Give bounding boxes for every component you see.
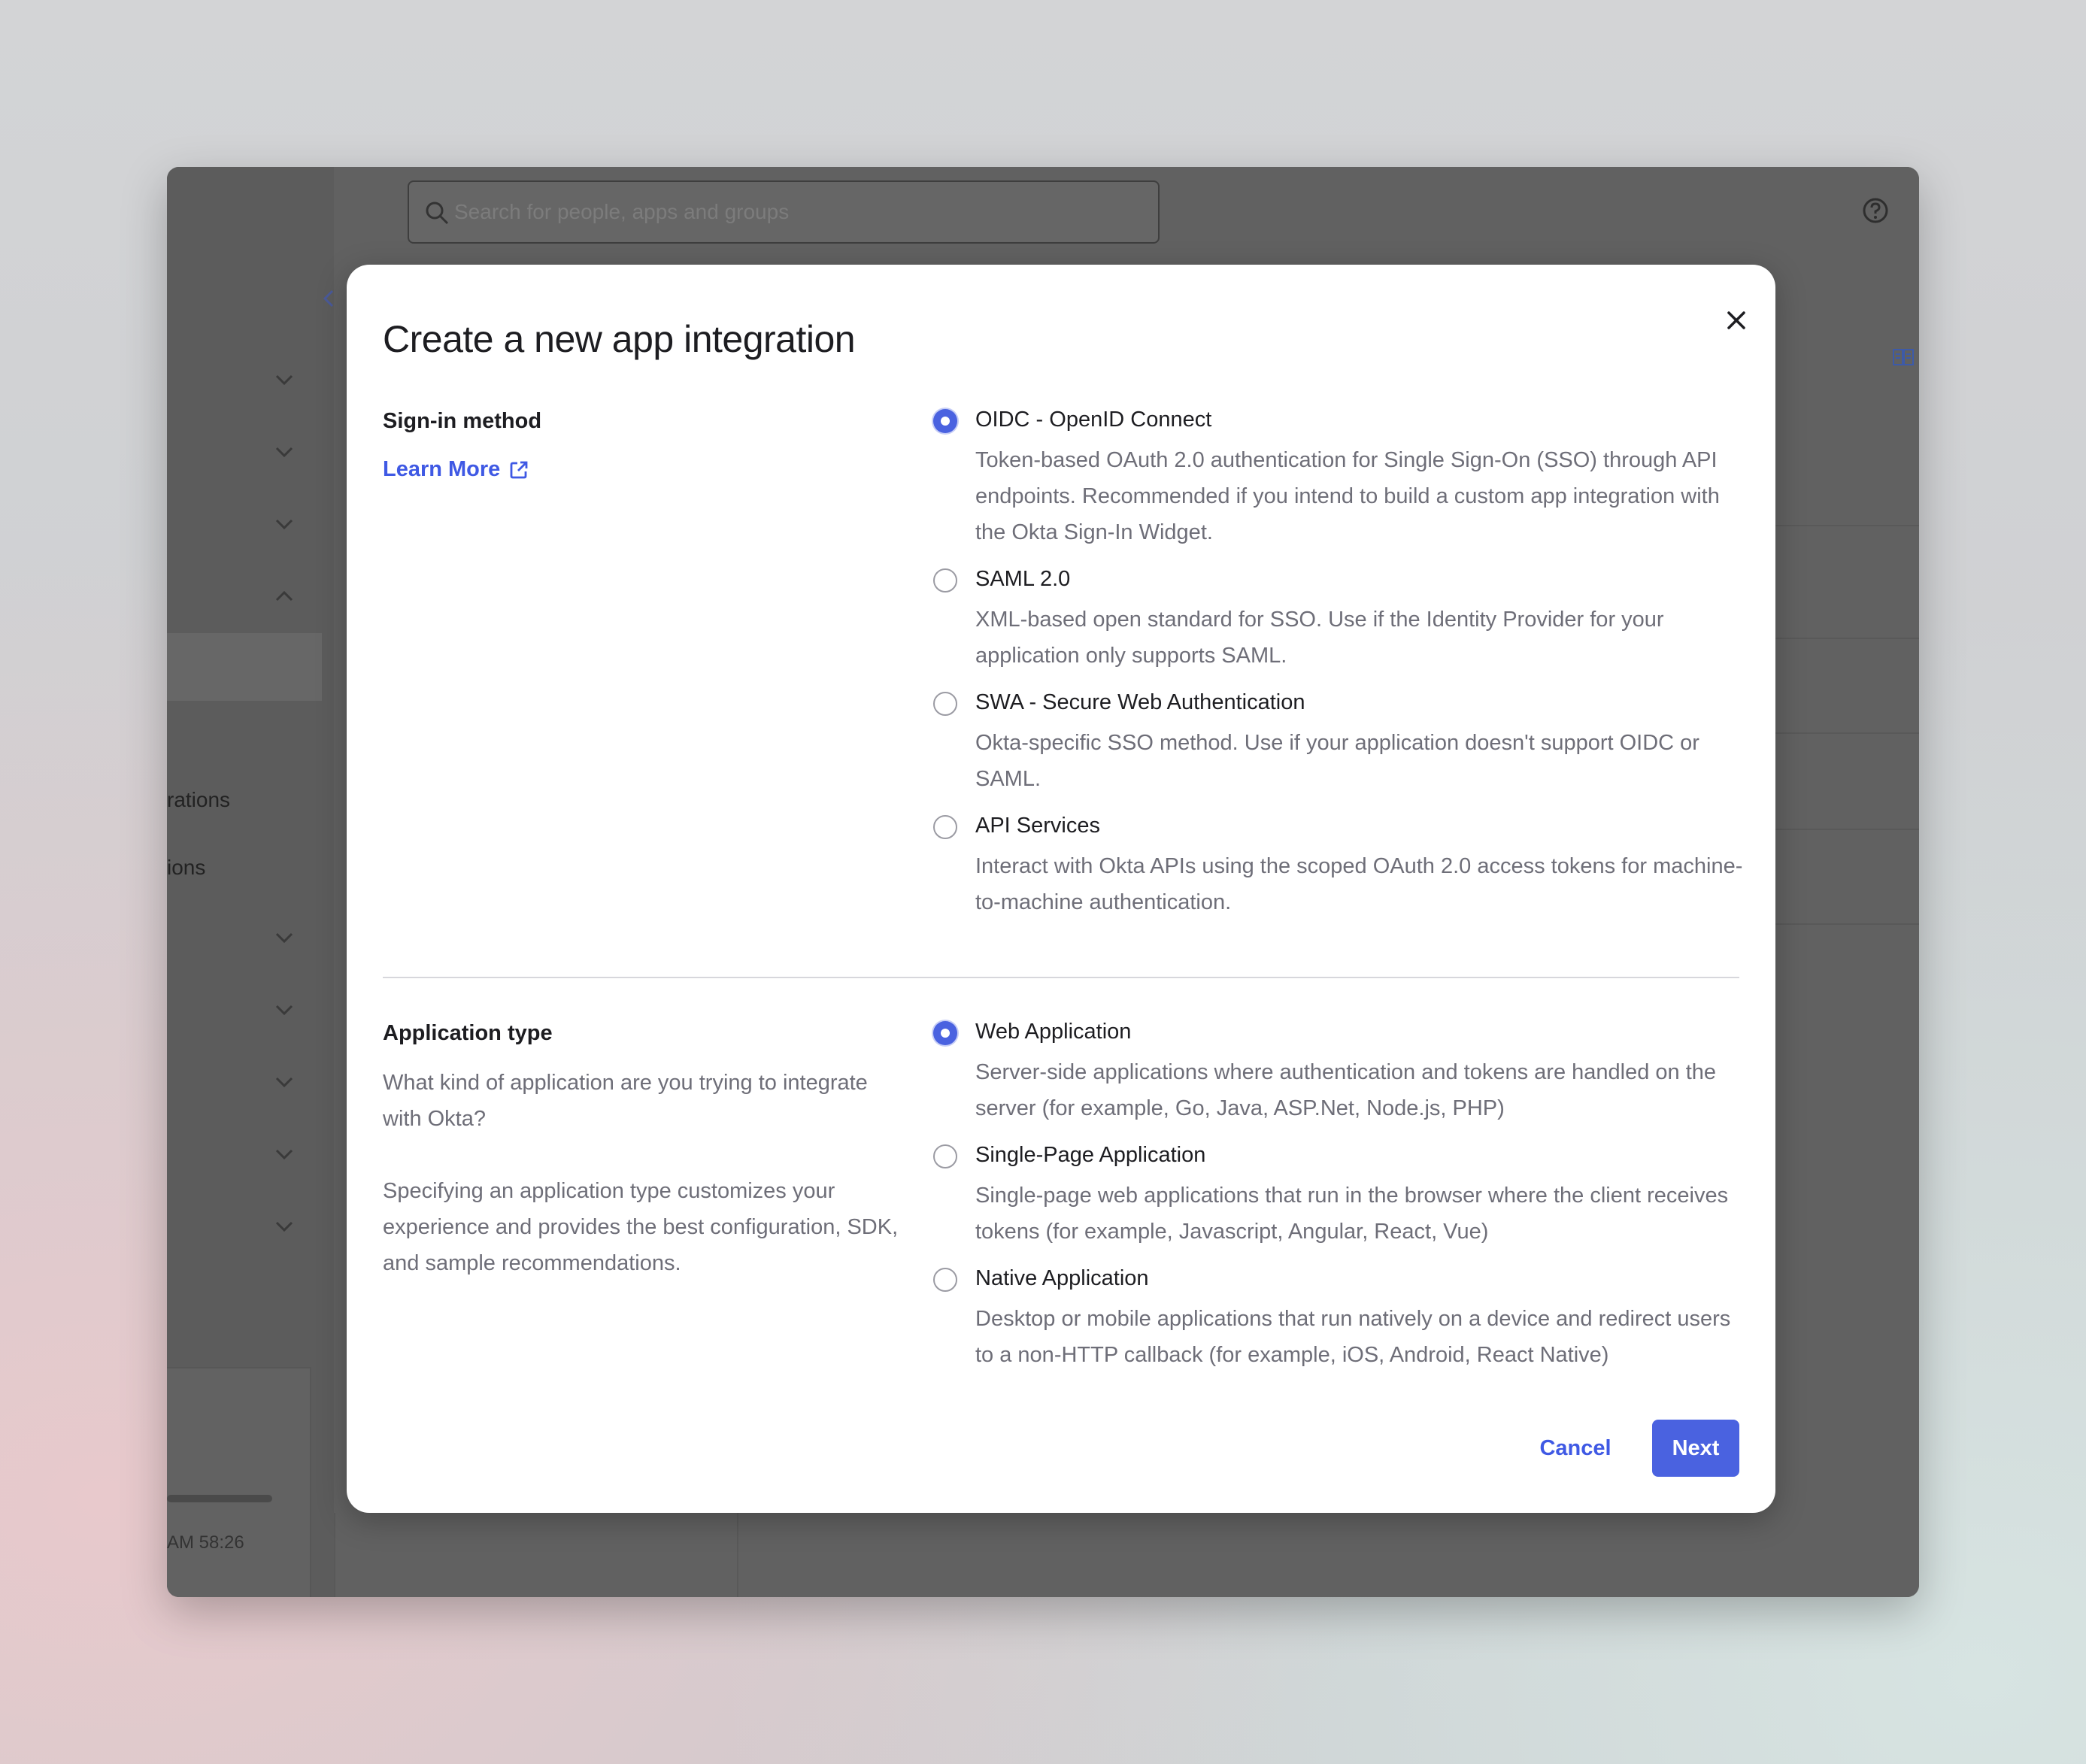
application-type-label: Application type	[383, 1021, 553, 1045]
cancel-button[interactable]: Cancel	[1529, 1420, 1622, 1477]
application-type-question: What kind of application are you trying …	[383, 1071, 868, 1131]
book-icon[interactable]	[1892, 347, 1915, 367]
sidebar-status-card	[167, 1367, 311, 1597]
sidebar-active-item	[167, 633, 322, 701]
radio-button-selected[interactable]	[933, 1021, 957, 1045]
learn-more-link[interactable]: Learn More	[383, 457, 529, 482]
option-description: Okta-specific SSO method. Use if your ap…	[975, 731, 1699, 791]
timestamp: 58:26 AM	[167, 1532, 244, 1553]
help-icon[interactable]	[1862, 197, 1889, 224]
option-label: Native Application	[975, 1266, 1149, 1290]
sidebar-item-label[interactable]: ions	[167, 856, 205, 880]
radio-button[interactable]	[933, 1144, 957, 1168]
chevron-down-icon[interactable]	[274, 1220, 295, 1233]
option-description: Server-side applications where authentic…	[975, 1060, 1717, 1120]
chevron-up-icon[interactable]	[274, 590, 295, 603]
close-button[interactable]	[1714, 298, 1759, 343]
divider	[737, 1513, 738, 1597]
option-description: Single-page web applications that run in…	[975, 1184, 1729, 1244]
chevron-down-icon[interactable]	[274, 1147, 295, 1161]
chevron-down-icon[interactable]	[274, 373, 295, 386]
section-divider	[383, 977, 1739, 978]
option-description: Token-based OAuth 2.0 authentication for…	[975, 448, 1720, 544]
option-description: XML-based open standard for SSO. Use if …	[975, 608, 1664, 668]
sign-in-method-label: Sign-in method	[383, 409, 542, 433]
dialog-title: Create a new app integration	[383, 318, 856, 360]
application-type-help: Specifying an application type customize…	[383, 1179, 899, 1275]
chevron-down-icon[interactable]	[274, 1075, 295, 1089]
option-label: SAML 2.0	[975, 567, 1071, 591]
option-description: Interact with Okta APIs using the scoped…	[975, 854, 1743, 914]
chevron-down-icon[interactable]	[274, 931, 295, 944]
radio-button[interactable]	[933, 692, 957, 716]
chevron-down-icon[interactable]	[274, 517, 295, 531]
search-input[interactable]: Search for people, apps and groups	[408, 180, 1160, 244]
radio-button[interactable]	[933, 815, 957, 839]
option-label: OIDC - OpenID Connect	[975, 408, 1212, 432]
chevron-down-icon[interactable]	[274, 1003, 295, 1017]
radio-button-selected[interactable]	[933, 409, 957, 433]
option-label: API Services	[975, 814, 1100, 838]
option-label: SWA - Secure Web Authentication	[975, 690, 1305, 714]
progress-bar	[167, 1495, 272, 1502]
learn-more-label: Learn More	[383, 457, 501, 481]
external-link-icon	[510, 461, 528, 478]
divider	[334, 1513, 335, 1597]
radio-button[interactable]	[933, 568, 957, 593]
option-description: Desktop or mobile applications that run …	[975, 1307, 1731, 1367]
search-placeholder: Search for people, apps and groups	[454, 200, 790, 223]
sidebar-item-label[interactable]: rations	[167, 788, 230, 812]
chevron-down-icon[interactable]	[274, 445, 295, 459]
option-label: Single-Page Application	[975, 1143, 1206, 1167]
collapse-sidebar-icon[interactable]	[317, 280, 340, 317]
sidebar: rations ions 58:26 AM	[167, 167, 334, 1597]
option-label: Web Application	[975, 1020, 1132, 1044]
close-icon	[1727, 311, 1745, 329]
create-app-integration-dialog: Create a new app integration Sign-in met…	[347, 265, 1775, 1513]
search-icon	[426, 202, 449, 225]
next-button[interactable]: Next	[1652, 1420, 1739, 1477]
radio-button[interactable]	[933, 1268, 957, 1292]
